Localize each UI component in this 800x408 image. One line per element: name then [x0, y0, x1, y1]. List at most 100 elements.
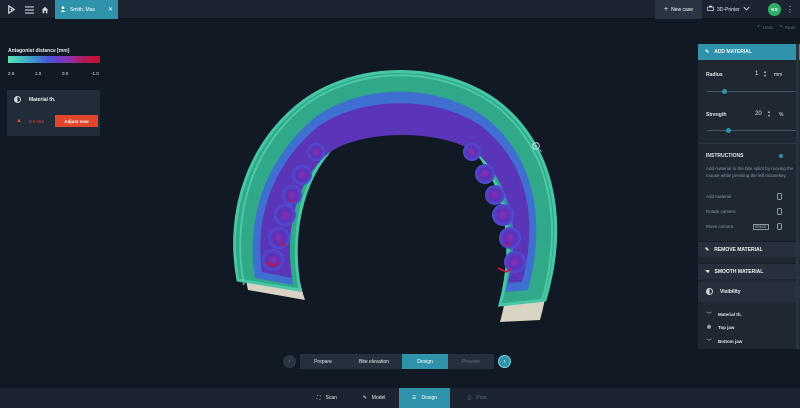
instructions-toggle[interactable] [779, 154, 783, 158]
tab-model-label: Model [371, 395, 386, 401]
right-mouse-icon [777, 208, 782, 215]
shortcut-move-camera: Move camera [706, 224, 734, 229]
tab-scan-label: Scan [325, 395, 337, 401]
radius-unit: mm [774, 72, 783, 78]
chevron-down-icon: ﹀ [706, 339, 712, 345]
contrast-icon [14, 96, 21, 103]
add-material-label: ADD MATERIAL [714, 49, 752, 55]
visibility-item-top-jaw[interactable]: ◉ Top jaw [706, 324, 735, 330]
tab-print: ⎙ Print [456, 388, 498, 408]
strength-stepper[interactable]: ▲ ▼ [766, 110, 772, 118]
visibility-header[interactable]: Visibility [698, 282, 800, 302]
brush-icon: ✎ [705, 49, 710, 55]
adjust-now-button[interactable]: Adjust now [55, 115, 98, 127]
workflow-wizard: ‹ Prepare Bite elevation Design Preview … [283, 354, 511, 369]
plus-icon: + [663, 6, 669, 13]
material-thickness-value: 0.6 mm [29, 119, 45, 124]
visibility-title: Visibility [720, 289, 741, 295]
tab-model[interactable]: ✎ Model [352, 388, 396, 408]
pencil-icon: ✎ [362, 395, 367, 401]
wizard-step-preview: Preview [448, 354, 494, 369]
close-icon[interactable]: ✕ [108, 6, 113, 13]
divider [698, 143, 800, 144]
next-step-button[interactable]: › [498, 355, 511, 368]
contrast-icon [706, 288, 713, 295]
top-bar: Smith, Max ✕ + New case 3D-Printer KS ⋮ [0, 0, 800, 19]
home-icon[interactable] [36, 0, 54, 19]
legend-tick: 1.0 [35, 71, 42, 76]
strength-value[interactable]: 20 [755, 111, 762, 117]
printer-icon [707, 5, 714, 14]
redo-label: Redo [784, 24, 796, 30]
printer-dropdown[interactable]: 3D-Printer [707, 0, 750, 19]
new-case-button[interactable]: + New case [655, 0, 702, 19]
redo-button[interactable]: ↷ Redo [779, 24, 796, 30]
more-icon[interactable]: ⋮ [786, 0, 794, 19]
splint-model [233, 70, 558, 322]
eye-icon: ◉ [706, 324, 712, 330]
add-material-tool[interactable]: ✎ ADD MATERIAL [698, 44, 800, 60]
new-case-label: New case [671, 6, 694, 13]
tool-panel: ✎ ADD MATERIAL Radius 1 ▲ ▼ mm Strength 2… [698, 44, 800, 349]
visibility-item-bottom-jaw[interactable]: ﹀ Bottom jaw [706, 338, 742, 345]
strength-label: Strength [706, 112, 727, 118]
wizard-step-design[interactable]: Design [402, 354, 448, 369]
previous-step-button[interactable]: ‹ [283, 355, 296, 368]
tool-panel-scrollbar[interactable] [796, 44, 799, 349]
wizard-step-prepare[interactable]: Prepare [300, 354, 346, 369]
legend-tick: 2.0 [8, 71, 15, 76]
radius-slider-handle[interactable] [721, 89, 727, 94]
tab-design[interactable]: ☰ Design [399, 388, 450, 408]
undo-button[interactable]: ↶ Undo [757, 24, 774, 30]
case-name: Smith, Max [70, 6, 96, 13]
app-window: Smith, Max ✕ + New case 3D-Printer KS ⋮ … [0, 0, 800, 408]
app-logo-icon[interactable] [2, 0, 20, 19]
shortcut-add-material: Add material [706, 194, 732, 199]
3d-viewport[interactable] [0, 38, 698, 388]
visibility-item-material-th[interactable]: ﹀ Material th. [706, 311, 742, 318]
smooth-material-tool[interactable]: ☚ SMOOTH MATERIAL [698, 263, 800, 279]
smooth-hand-icon: ☚ [705, 268, 710, 275]
legend-title: Antagonist distance [mm] [8, 48, 70, 54]
undo-icon: ↶ [757, 24, 761, 29]
strength-slider[interactable] [707, 130, 799, 131]
material-thickness-header: Material th. [14, 96, 55, 103]
material-thickness-title: Material th. [29, 96, 56, 103]
scan-icon: ⛶ [317, 395, 321, 401]
print-icon: ⎙ [467, 395, 472, 401]
tab-scan[interactable]: ⛶ Scan [306, 388, 348, 408]
case-tab[interactable]: Smith, Max ✕ [55, 0, 118, 19]
printer-label: 3D-Printer [717, 6, 740, 13]
space-key: SPACE [753, 224, 769, 230]
redo-icon: ↷ [779, 24, 783, 29]
visibility-item-label: Top jaw [718, 324, 735, 330]
bottom-bar: ⛶ Scan ✎ Model ☰ Design ⎙ Print [0, 388, 800, 408]
tab-print-label: Print [476, 395, 487, 401]
visibility-item-label: Material th. [718, 312, 742, 317]
undo-label: Undo [762, 24, 774, 30]
color-scale-bar [8, 56, 100, 63]
sliders-icon: ☰ [411, 395, 417, 401]
eraser-icon: ✎ [705, 246, 710, 253]
radius-slider[interactable] [707, 91, 799, 92]
tab-design-label: Design [421, 395, 438, 401]
user-icon [60, 5, 66, 14]
avatar[interactable]: KS [768, 3, 781, 16]
legend-tick: -1.0 [91, 71, 99, 76]
chevron-down-icon [743, 6, 750, 13]
visibility-item-label: Bottom jaw [718, 339, 743, 344]
smooth-material-label: SMOOTH MATERIAL [714, 268, 764, 275]
radius-label: Radius [706, 72, 723, 78]
strength-slider-handle[interactable] [726, 128, 731, 133]
strength-unit: % [779, 112, 784, 118]
radius-stepper[interactable]: ▲ ▼ [762, 70, 768, 78]
instructions-title: INSTRUCTIONS [706, 153, 744, 159]
left-mouse-icon [777, 193, 782, 200]
remove-material-label: REMOVE MATERIAL [714, 246, 763, 253]
wizard-step-bite-elevation[interactable]: Bite elevation [346, 354, 402, 369]
add-material-cursor-icon [532, 139, 542, 152]
legend-tick: 0.0 [62, 71, 69, 76]
remove-material-tool[interactable]: ✎ REMOVE MATERIAL [698, 241, 800, 257]
radius-value[interactable]: 1 [755, 71, 758, 77]
shortcut-rotate-camera: Rotate camera [706, 209, 736, 214]
